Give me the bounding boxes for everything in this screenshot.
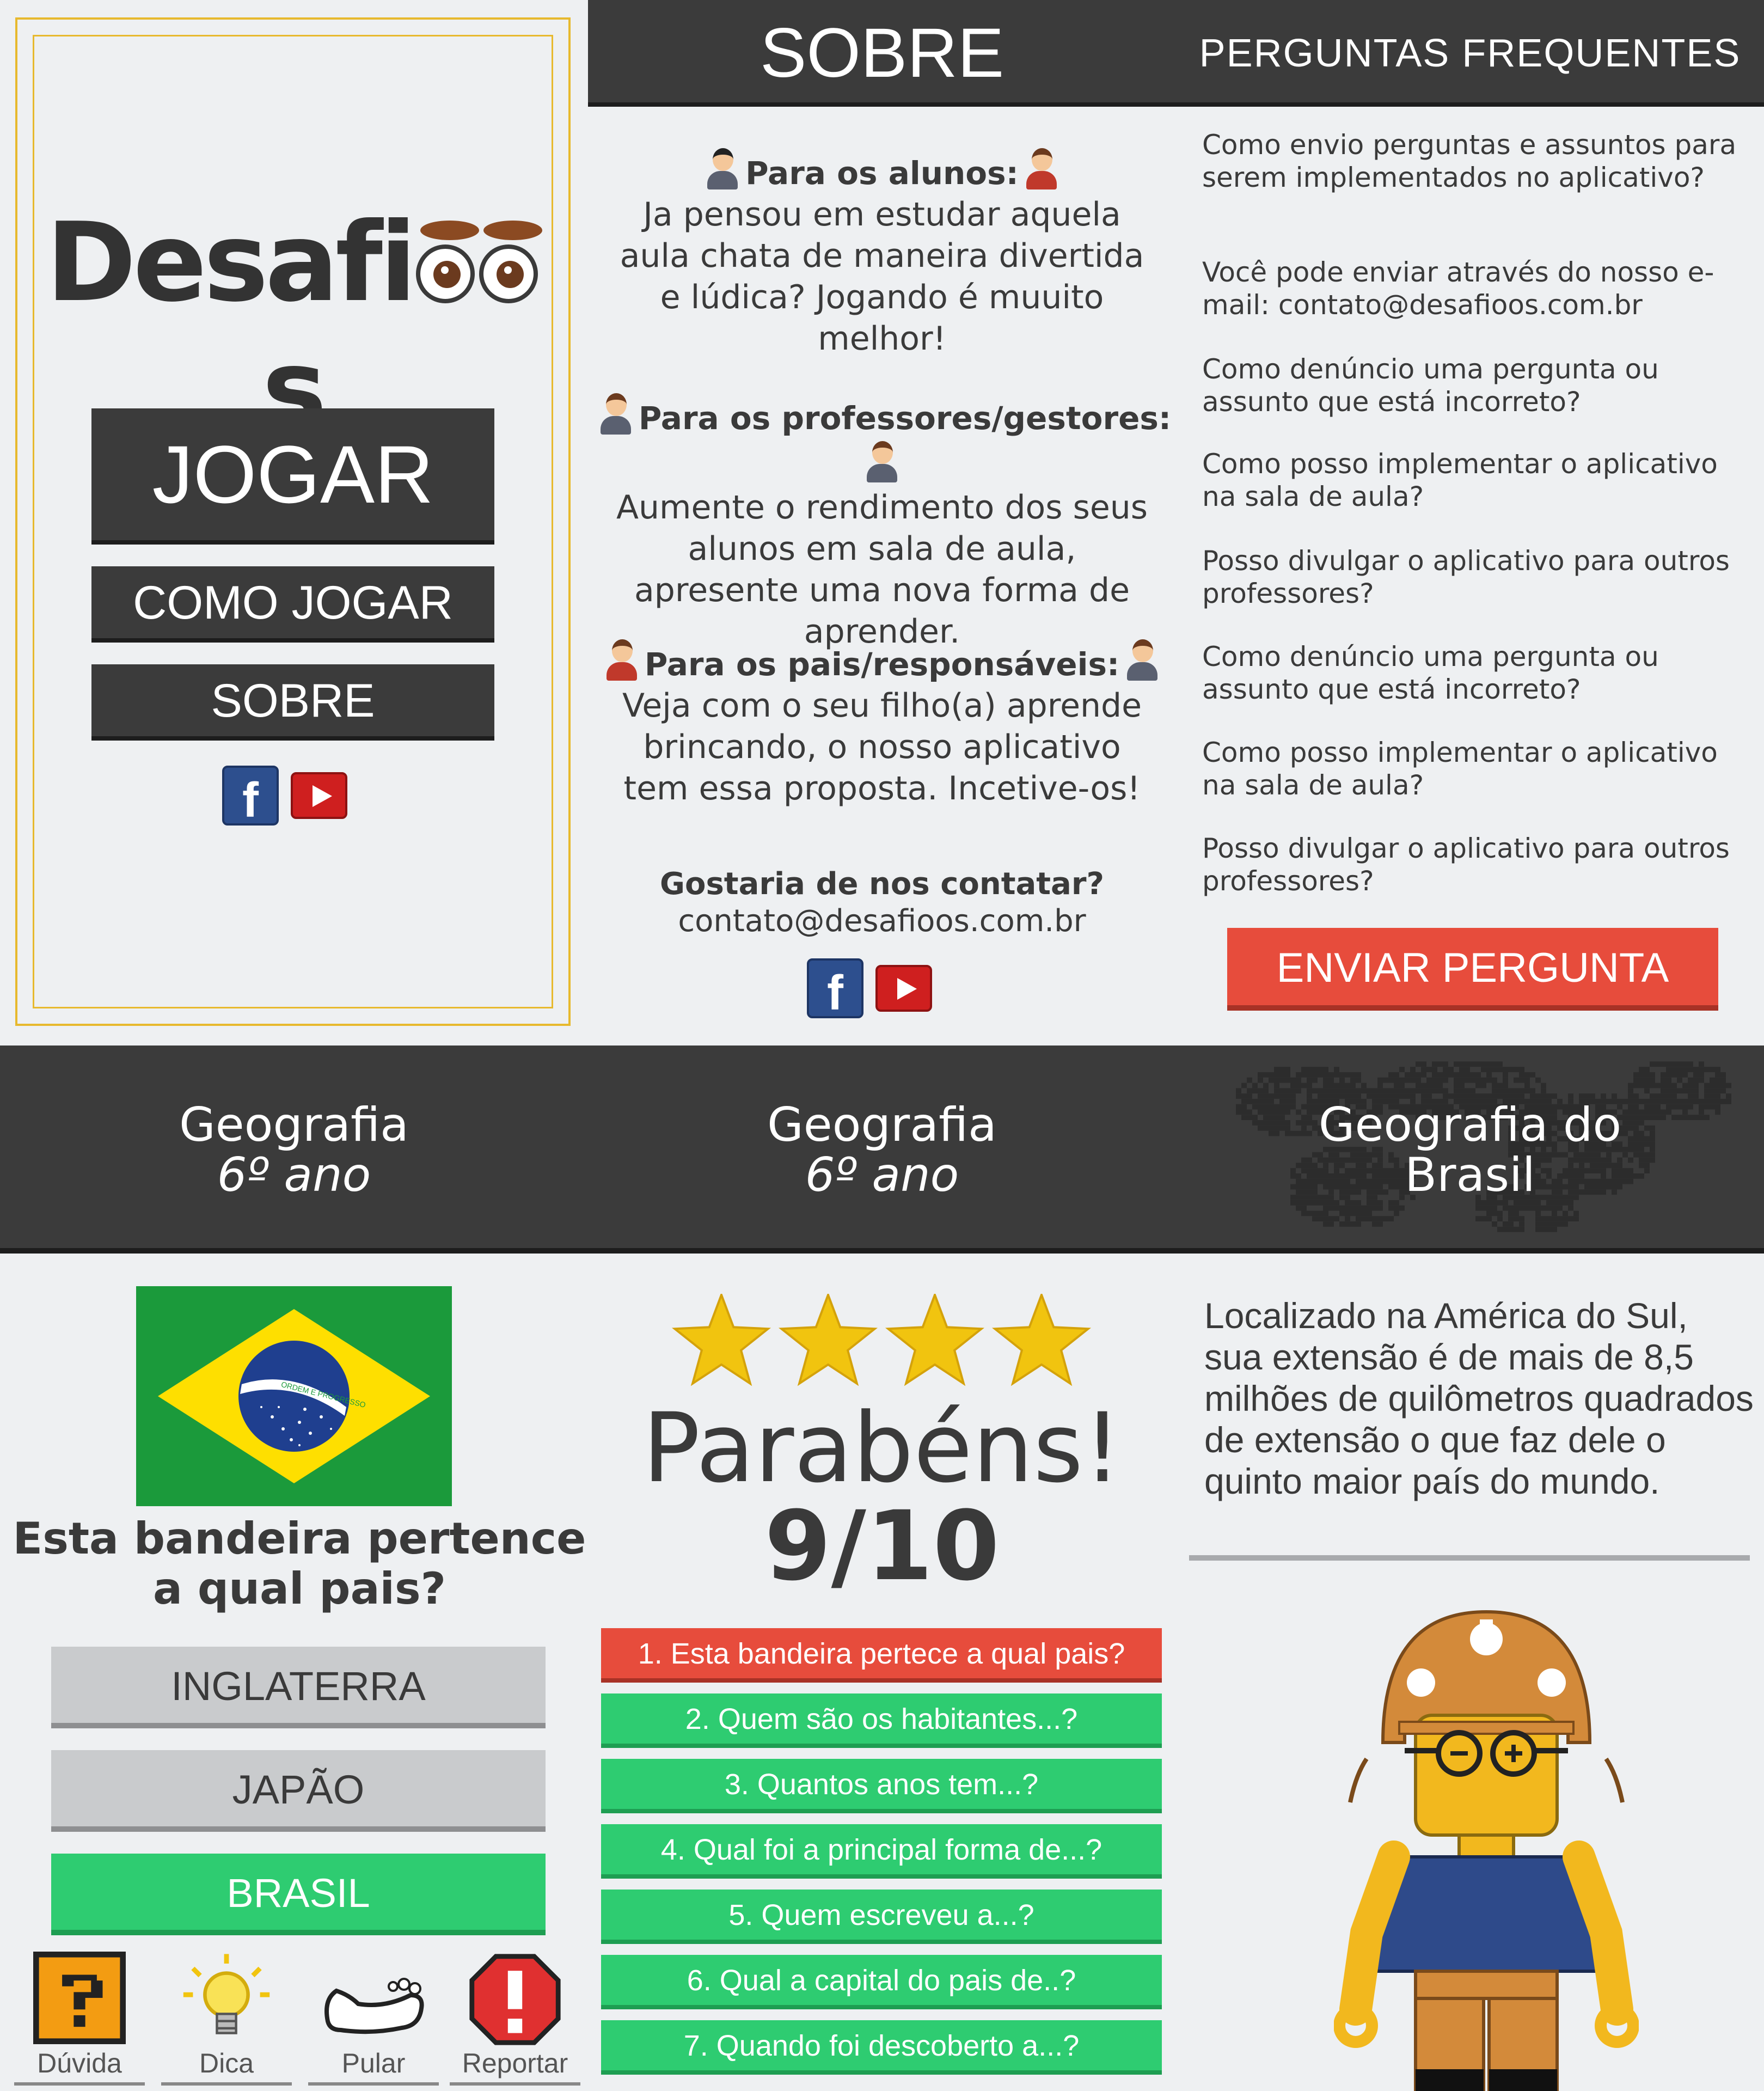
about-social-links: f	[807, 958, 932, 1020]
result-item-right[interactable]: 5. Quem escreveu a...?	[601, 1890, 1162, 1944]
about-teachers: Para os professores/gestores: Aumente o …	[588, 391, 1176, 652]
about-contact: Gostaria de nos contatar? contato@desafi…	[588, 866, 1176, 940]
mother-icon	[604, 637, 639, 681]
skip-label: Pular	[308, 2047, 439, 2086]
congrats-title: Parabéns!	[642, 1392, 1122, 1504]
doubt-label: Dúvida	[14, 2047, 145, 2086]
result-item-right[interactable]: 7. Quando foi descoberto a...?	[601, 2020, 1162, 2075]
result-item-right[interactable]: 3. Quantos anos tem...?	[601, 1759, 1162, 1813]
result-item-right[interactable]: 6. Qual a capital do pais de..?	[601, 1955, 1162, 2009]
logo-text-prefix: Desafi	[46, 199, 416, 326]
report-label: Reportar	[450, 2047, 580, 2086]
star-icon	[778, 1294, 878, 1386]
about-button[interactable]: SOBRE	[91, 664, 494, 741]
doubt-tool[interactable]: Dúvida	[14, 1952, 145, 2086]
category-subtitle: 6º ano	[805, 1148, 959, 1202]
answer-option[interactable]: JAPÃO	[51, 1750, 546, 1832]
foot-icon	[308, 1952, 439, 2047]
eye-icon	[415, 221, 479, 303]
category-title: Geografia	[179, 1098, 409, 1152]
social-links: f	[222, 766, 347, 828]
category-title: Geografia do Brasil	[1318, 1098, 1622, 1202]
faq-question[interactable]: Posso divulgar o aplicativo para outros …	[1202, 832, 1747, 897]
faq-question[interactable]: Como posso implementar o aplicativo na s…	[1202, 448, 1747, 513]
eye-icon	[479, 221, 542, 303]
category-subtitle: 6º ano	[217, 1148, 371, 1202]
student-girl-icon	[705, 146, 740, 189]
star-icon	[671, 1294, 771, 1386]
answer-option-correct[interactable]: BRASIL	[51, 1854, 546, 1935]
faq-question[interactable]: Como posso implementar o aplicativo na s…	[1202, 736, 1747, 802]
category-card[interactable]: Geografia do Brasil	[1176, 1100, 1764, 1200]
teachers-text: Aumente o rendimento dos seus alunos em …	[616, 488, 1148, 651]
answer-option[interactable]: INGLATERRA	[51, 1647, 546, 1728]
faq-answer: Você pode enviar através do nosso e-mail…	[1202, 256, 1714, 321]
category-title: Geografia	[767, 1098, 997, 1152]
skip-tool[interactable]: Pular	[308, 1952, 439, 2086]
students-text: Ja pensou em estudar aquela aula chata d…	[620, 195, 1144, 358]
teacher-woman-icon	[865, 439, 899, 482]
father-icon	[1125, 637, 1160, 681]
facebook-icon[interactable]: f	[807, 958, 863, 1020]
parents-title: Para os pais/responsáveis:	[644, 646, 1120, 683]
star-icon	[991, 1294, 1092, 1386]
about-students: Para os alunos: Ja pensou em estudar aqu…	[588, 146, 1176, 359]
question-block-icon	[14, 1952, 145, 2047]
category-bar: Geografia 6º ano Geografia 6º ano Geogra…	[0, 1046, 1764, 1254]
about-parents: Para os pais/responsáveis: Veja com o se…	[588, 637, 1176, 809]
play-button[interactable]: JOGAR	[91, 408, 494, 545]
about-header: SOBRE	[588, 0, 1176, 107]
mascot-character	[1334, 1610, 1639, 2091]
warning-icon	[450, 1952, 580, 2047]
home-panel: Desafi s JOGAR COMO JOGAR SOBRE f	[15, 17, 571, 1026]
divider	[1189, 1555, 1750, 1561]
students-title: Para os alunos:	[745, 155, 1019, 192]
country-info-text: Localizado na América do Sul, sua extens…	[1204, 1295, 1754, 1501]
report-tool[interactable]: Reportar	[450, 1952, 580, 2086]
result-item-wrong[interactable]: 1. Esta bandeira pertece a qual pais?	[601, 1628, 1162, 1683]
hint-tool[interactable]: Dica	[161, 1952, 292, 2086]
category-card[interactable]: Geografia 6º ano	[0, 1100, 588, 1200]
faq-question[interactable]: Como denúncio uma pergunta ou assunto qu…	[1202, 640, 1747, 706]
star-icon	[885, 1294, 985, 1386]
faq-question[interactable]: Como denúncio uma pergunta ou assunto qu…	[1202, 353, 1747, 418]
youtube-icon[interactable]	[291, 772, 347, 819]
student-boy-icon	[1024, 146, 1059, 189]
score: 9/10	[764, 1490, 1000, 1602]
question-text: Esta bandeira pertence a qual pais?	[13, 1513, 586, 1614]
result-item-right[interactable]: 2. Quem são os habitantes...?	[601, 1693, 1162, 1748]
how-to-play-button[interactable]: COMO JOGAR	[91, 566, 494, 643]
faq-question[interactable]: Como envio perguntas e assuntos para ser…	[1202, 129, 1747, 194]
faq-header: PERGUNTAS FREQUENTES	[1176, 0, 1764, 107]
send-question-button[interactable]: ENVIAR PERGUNTA	[1227, 928, 1718, 1011]
category-card[interactable]: Geografia 6º ano	[588, 1100, 1176, 1200]
parents-text: Veja com o seu filho(a) aprende brincand…	[622, 687, 1142, 808]
contact-title: Gostaria de nos contatar?	[660, 866, 1104, 902]
star-rating	[671, 1294, 1092, 1386]
brazil-flag-image: ORDEM E PROGRESSO	[136, 1286, 452, 1506]
lightbulb-icon	[161, 1952, 292, 2047]
faq-question[interactable]: Posso divulgar o aplicativo para outros …	[1202, 545, 1747, 610]
contact-email[interactable]: contato@desafioos.com.br	[588, 903, 1176, 940]
teacher-man-icon	[598, 391, 633, 435]
youtube-icon[interactable]	[875, 965, 932, 1012]
facebook-icon[interactable]: f	[222, 766, 279, 828]
teachers-title: Para os professores/gestores:	[638, 400, 1172, 437]
result-item-right[interactable]: 4. Qual foi a principal forma de...?	[601, 1824, 1162, 1879]
brazil-flag: ORDEM E PROGRESSO	[136, 1286, 452, 1506]
hint-label: Dica	[161, 2047, 292, 2086]
